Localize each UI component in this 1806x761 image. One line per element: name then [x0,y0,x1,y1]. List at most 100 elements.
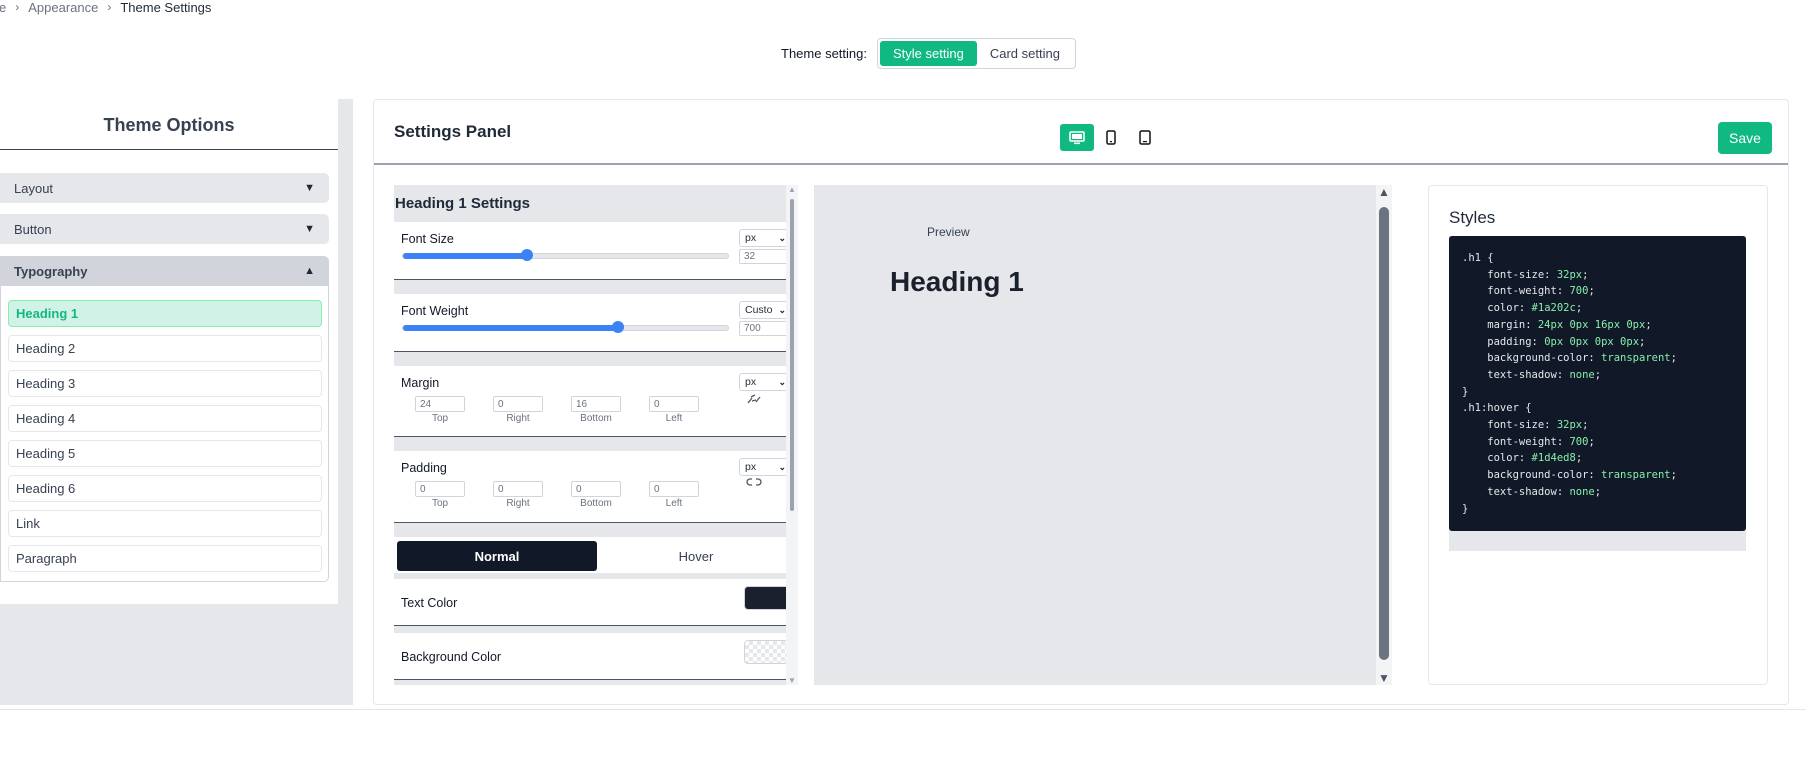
side-label: Right [506,413,530,424]
padding-unit-select[interactable]: px ⌄ [739,458,791,476]
padding-right-input[interactable]: 0 [493,481,543,497]
background-color-swatch[interactable] [744,640,790,664]
save-button[interactable]: Save [1718,122,1772,154]
typography-item-link[interactable]: Link [8,510,322,537]
font-size-input[interactable]: 32 [739,249,791,264]
text-color-swatch[interactable] [744,586,790,610]
side-label: Left [665,498,683,509]
divider [374,163,1788,165]
font-size-slider[interactable] [402,249,729,261]
margin-right-input[interactable]: 0 [493,396,543,412]
settings-panel-title: Settings Panel [394,122,512,141]
chevron-down-icon: ⌄ [778,461,786,472]
css-code-block: .h1 { font-size: 32px; font-weight: 700;… [1449,236,1746,531]
scroll-up-icon[interactable]: ▲ [1378,185,1390,199]
text-color-label: Text Color [401,596,458,610]
tab-normal[interactable]: Normal [397,541,597,571]
accordion-label: Button [14,221,52,237]
mobile-icon [1106,130,1116,145]
state-tabs: Normal Hover [394,537,798,573]
font-weight-slider[interactable] [402,321,729,333]
padding-top-input[interactable]: 0 [415,481,465,497]
padding-label: Padding [401,461,447,475]
theme-setting-label: Theme setting: [781,46,867,61]
breadcrumb-item-home[interactable]: e [0,0,6,15]
slider-thumb[interactable] [520,249,533,261]
side-label: Left [665,413,683,424]
style-setting-button[interactable]: Style setting [880,41,977,66]
unit-value: px [745,461,757,473]
preview-scrollbar[interactable]: ▲ ▼ [1376,185,1392,685]
unlink-icon[interactable] [746,393,762,408]
divider [0,149,338,150]
font-weight-label: Font Weight [401,304,469,318]
unit-value: px [745,376,757,388]
font-size-label: Font Size [401,232,454,246]
slider-fill [403,325,618,331]
scroll-up-icon[interactable]: ▲ [788,185,796,194]
caret-down-icon: ▼ [304,182,315,194]
tablet-view-button[interactable] [1128,124,1162,151]
scrollbar-thumb[interactable] [1379,207,1389,660]
margin-bottom-input[interactable]: 16 [571,396,621,412]
typography-item-heading-2[interactable]: Heading 2 [8,335,322,362]
unit-value: Custo [745,304,773,316]
theme-options-card: Theme Options Layout ▼ Button ▼ Typograp… [0,99,338,604]
slider-fill [403,253,527,259]
theme-options-title: Theme Options [103,115,235,135]
tablet-icon [1139,130,1151,145]
link-icon[interactable] [746,476,762,491]
slider-thumb[interactable] [611,321,624,333]
background-color-label: Background Color [401,650,502,664]
breadcrumb-item-appearance[interactable]: Appearance [28,0,98,15]
preview-label: Preview [927,225,970,239]
typography-item-heading-1[interactable]: Heading 1 [8,300,322,327]
margin-left-input[interactable]: 0 [649,396,699,412]
styles-title: Styles [1449,208,1496,227]
typography-item-heading-4[interactable]: Heading 4 [8,405,322,432]
card-setting-button[interactable]: Card setting [977,41,1073,66]
margin-label: Margin [401,376,440,390]
padding-left-input[interactable]: 0 [649,481,699,497]
accordion-typography[interactable]: Typography ▲ [0,256,329,286]
desktop-view-button[interactable] [1060,124,1094,151]
chevron-down-icon: ⌄ [778,376,786,387]
background-color-block: Background Color [394,633,798,680]
font-weight-input[interactable]: 700 [739,321,791,336]
scroll-down-icon[interactable]: ▼ [788,676,796,685]
tab-hover[interactable]: Hover [596,541,796,571]
side-label: Top [431,498,449,509]
theme-options-panel: Theme Options Layout ▼ Button ▼ Typograp… [0,99,353,705]
caret-up-icon: ▲ [304,265,315,277]
scrollbar-thumb[interactable] [790,199,794,511]
accordion-button[interactable]: Button ▼ [0,214,329,244]
accordion-layout[interactable]: Layout ▼ [0,173,329,203]
side-label: Bottom [580,413,612,424]
typography-item-heading-3[interactable]: Heading 3 [8,370,322,397]
scroll-down-icon[interactable]: ▼ [1378,671,1390,685]
accordion-label: Typography [14,263,88,279]
padding-bottom-input[interactable]: 0 [571,481,621,497]
typography-item-heading-6[interactable]: Heading 6 [8,475,322,502]
device-switcher [1060,124,1162,151]
typography-item-paragraph[interactable]: Paragraph [8,545,322,572]
settings-panel: Settings Panel Save Heading 1 Settings F… [373,99,1789,705]
caret-down-icon: ▼ [304,223,315,235]
text-color-block: Text Color [394,579,798,626]
typography-list: Heading 1 Heading 2 Heading 3 Heading 4 … [0,286,329,582]
margin-unit-select[interactable]: px ⌄ [739,373,791,391]
code-container: .h1 { font-size: 32px; font-weight: 700;… [1449,236,1746,551]
font-size-unit-select[interactable]: px ⌄ [739,229,791,247]
settings-scrollbar[interactable]: ▲ ▼ [786,185,798,685]
divider [0,709,1806,710]
margin-block: Margin px ⌄ 24 0 16 0 Top Right Bottom Le… [394,366,798,437]
mobile-view-button[interactable] [1094,124,1128,151]
chevron-right-icon: › [107,0,112,14]
typography-item-heading-5[interactable]: Heading 5 [8,440,322,467]
font-weight-select[interactable]: Custo ⌄ [739,301,791,319]
margin-top-input[interactable]: 24 [415,396,465,412]
breadcrumb: e › Appearance › Theme Settings [0,0,211,15]
theme-setting-toggle: Theme setting: Style setting Card settin… [781,38,1076,69]
side-label: Bottom [580,498,612,509]
chevron-down-icon: ⌄ [778,232,786,243]
